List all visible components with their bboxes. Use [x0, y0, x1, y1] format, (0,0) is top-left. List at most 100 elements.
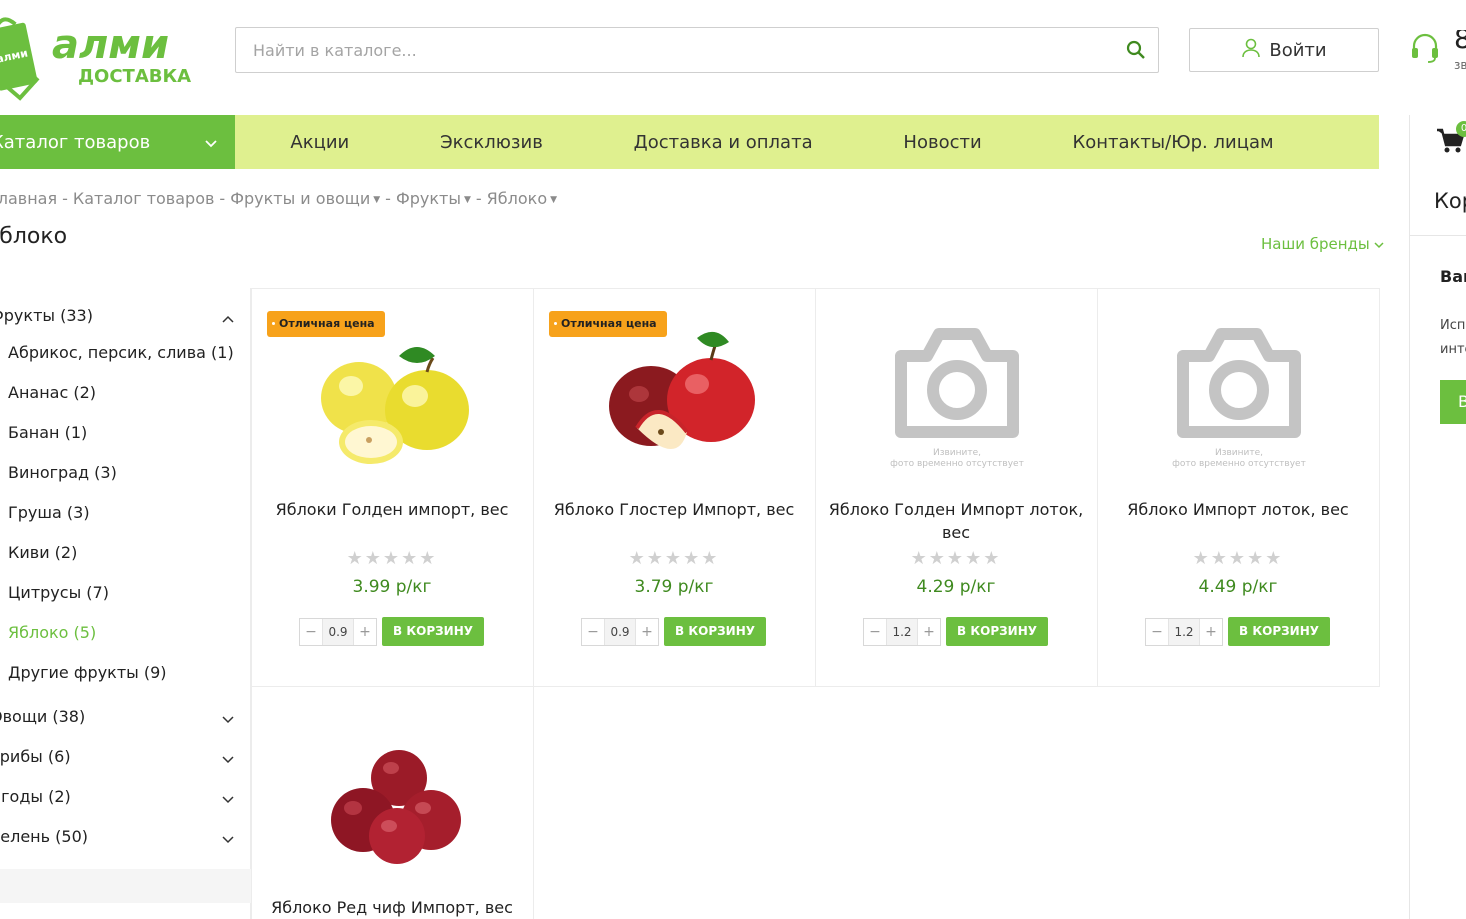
- cart-panel-heading: Ваш: [1440, 267, 1466, 286]
- cart-panel-button[interactable]: В: [1440, 380, 1466, 424]
- chevron-down-icon: [205, 132, 217, 153]
- quantity-stepper: − 0.9 +: [581, 618, 659, 646]
- sidebar-item[interactable]: Банан (1): [8, 423, 87, 442]
- cart-panel-text-line2: инте: [1440, 342, 1466, 357]
- product-card[interactable]: Извините, фото временно отсутствует Ябло…: [1097, 288, 1379, 686]
- sidebar-group-fruits[interactable]: Фрукты (33): [0, 306, 93, 325]
- rating-stars[interactable]: ★★★★★: [251, 548, 533, 569]
- product-card[interactable]: Отличная цена Яблоко Глостер Импорт, вес…: [533, 288, 815, 686]
- quantity-increase-button[interactable]: +: [636, 624, 658, 640]
- sidebar-group-vegetables[interactable]: Овощи (38): [0, 707, 85, 726]
- quantity-stepper: − 1.2 +: [863, 618, 941, 646]
- catalog-menu-button[interactable]: Каталог товаров: [0, 115, 235, 169]
- search-input[interactable]: [236, 28, 1114, 72]
- logo-graphic: алми алми ДОСТАВКА: [0, 17, 191, 101]
- logo-subtitle: ДОСТАВКА: [78, 66, 191, 87]
- breadcrumb-item-apple[interactable]: Яблоко ▼: [486, 189, 558, 208]
- product-name[interactable]: Яблоко Голден Импорт лоток, вес: [827, 498, 1085, 544]
- user-icon: [1241, 38, 1261, 63]
- promo-badge: Отличная цена: [549, 311, 667, 337]
- sidebar-group-greens[interactable]: Зелень (50): [0, 827, 88, 846]
- chevron-down-icon[interactable]: [222, 709, 234, 728]
- sidebar-item[interactable]: Киви (2): [8, 543, 77, 562]
- rating-stars[interactable]: ★★★★★: [533, 548, 815, 569]
- phone-number: 8: [1454, 30, 1466, 55]
- quantity-value[interactable]: 1.2: [1168, 619, 1200, 645]
- quantity-value[interactable]: 0.9: [322, 619, 354, 645]
- quantity-stepper: − 1.2 +: [1145, 618, 1223, 646]
- chevron-down-icon[interactable]: [222, 789, 234, 808]
- phone-block[interactable]: 8 зв: [1410, 30, 1466, 74]
- rating-stars[interactable]: ★★★★★: [1097, 548, 1379, 569]
- product-price: 3.79 р/кг: [634, 577, 714, 597]
- sidebar-item[interactable]: Ананас (2): [8, 383, 96, 402]
- quantity-increase-button[interactable]: +: [1200, 624, 1222, 640]
- chevron-down-icon[interactable]: [222, 749, 234, 768]
- nav-item-news[interactable]: Новости: [903, 132, 981, 153]
- nav-item-promos[interactable]: Акции: [290, 132, 349, 153]
- product-name[interactable]: Яблоко Импорт лоток, вес: [1109, 498, 1367, 521]
- product-price: 3.99 р/кг: [352, 577, 432, 597]
- brands-link[interactable]: Наши бренды: [1261, 235, 1384, 253]
- breadcrumb-label: Яблоко: [486, 189, 548, 208]
- sidebar-group-berries[interactable]: Ягоды (2): [0, 787, 71, 806]
- add-to-cart-button[interactable]: В КОРЗИНУ: [946, 617, 1048, 646]
- catalog-menu-label: Каталог товаров: [0, 131, 151, 153]
- no-photo-placeholder[interactable]: Извините, фото временно отсутствует: [1153, 326, 1325, 476]
- sidebar-item[interactable]: Груша (3): [8, 503, 90, 522]
- search-icon[interactable]: [1114, 28, 1158, 72]
- breadcrumb-item-catalog[interactable]: Каталог товаров: [73, 189, 215, 208]
- add-to-cart-button[interactable]: В КОРЗИНУ: [664, 617, 766, 646]
- quantity-decrease-button[interactable]: −: [300, 624, 322, 640]
- sidebar-filter-bar: [0, 869, 251, 903]
- sidebar-group-mushrooms[interactable]: Грибы (6): [0, 747, 71, 766]
- nav-item-exclusive[interactable]: Эксклюзив: [440, 132, 543, 153]
- breadcrumb-label: Фрукты и овощи: [230, 189, 371, 208]
- sidebar-item[interactable]: Цитрусы (7): [8, 583, 109, 602]
- quantity-increase-button[interactable]: +: [918, 624, 940, 640]
- breadcrumb-item-fruits[interactable]: Фрукты ▼: [395, 189, 471, 208]
- product-card[interactable]: Отличная цена Яблоки Голден импорт, вес …: [251, 288, 533, 686]
- product-name[interactable]: Яблоко Глостер Импорт, вес: [545, 498, 803, 521]
- product-image[interactable]: [307, 716, 479, 872]
- add-to-cart-button[interactable]: В КОРЗИНУ: [382, 617, 484, 646]
- login-button[interactable]: Войти: [1189, 28, 1379, 72]
- no-photo-caption-line1: Извините,: [1214, 448, 1264, 458]
- quantity-value[interactable]: 0.9: [604, 619, 636, 645]
- product-price: 4.49 р/кг: [1198, 577, 1278, 597]
- breadcrumb-item-home[interactable]: Главная: [0, 189, 57, 208]
- sidebar-item-active[interactable]: Яблоко (5): [8, 623, 96, 642]
- product-image[interactable]: [589, 320, 761, 476]
- nav-item-delivery[interactable]: Доставка и оплата: [634, 132, 813, 153]
- add-to-cart-button[interactable]: В КОРЗИНУ: [1228, 617, 1330, 646]
- quantity-decrease-button[interactable]: −: [1146, 624, 1168, 640]
- quantity-increase-button[interactable]: +: [354, 624, 376, 640]
- quantity-decrease-button[interactable]: −: [864, 624, 886, 640]
- quantity-decrease-button[interactable]: −: [582, 624, 604, 640]
- sidebar-item[interactable]: Абрикос, персик, слива (1): [8, 343, 234, 362]
- sidebar-item[interactable]: Другие фрукты (9): [8, 663, 167, 682]
- camera-icon: [1177, 328, 1301, 438]
- search-bar: [235, 27, 1159, 73]
- breadcrumb-item-fruits-vegetables[interactable]: Фрукты и овощи ▼: [230, 189, 381, 208]
- caret-down-icon: ▼: [373, 194, 381, 205]
- sidebar-group-label: Фрукты (33): [0, 306, 93, 325]
- page-title: Яблоко: [0, 224, 68, 249]
- category-sidebar: Фрукты (33) Абрикос, персик, слива (1) А…: [0, 288, 251, 919]
- product-card[interactable]: Извините, фото временно отсутствует Ябло…: [815, 288, 1097, 686]
- product-image[interactable]: [307, 320, 479, 476]
- cart-panel-text: Испр инте: [1440, 314, 1466, 362]
- no-photo-placeholder[interactable]: Извините, фото временно отсутствует: [871, 326, 1043, 476]
- sidebar-item[interactable]: Виноград (3): [8, 463, 117, 482]
- cart-panel-text-line1: Испр: [1440, 318, 1466, 333]
- product-card[interactable]: Яблоко Ред чиф Импорт, вес: [251, 686, 533, 919]
- quantity-value[interactable]: 1.2: [886, 619, 918, 645]
- chevron-up-icon[interactable]: [222, 308, 234, 327]
- caret-down-icon: ▼: [550, 194, 558, 205]
- product-name[interactable]: Яблоки Голден импорт, вес: [263, 498, 521, 521]
- nav-item-contacts[interactable]: Контакты/Юр. лицам: [1072, 132, 1273, 153]
- rating-stars[interactable]: ★★★★★: [815, 548, 1097, 569]
- chevron-down-icon[interactable]: [222, 829, 234, 848]
- product-name[interactable]: Яблоко Ред чиф Импорт, вес: [263, 896, 521, 919]
- site-logo[interactable]: алми алми ДОСТАВКА: [0, 6, 205, 102]
